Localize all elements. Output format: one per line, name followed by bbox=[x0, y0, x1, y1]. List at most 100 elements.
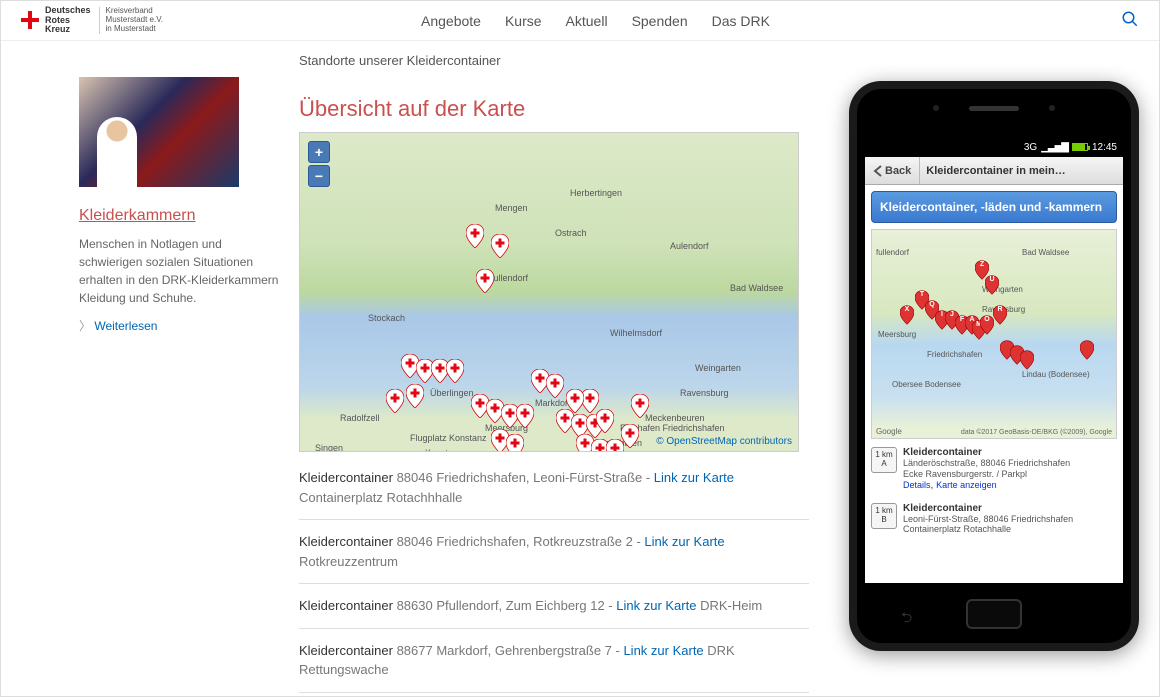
location-list: Kleidercontainer 88046 Friedrichshafen, … bbox=[299, 466, 809, 693]
item-address: 88677 Markdorf, Gehrenbergstraße 7 - bbox=[397, 643, 624, 658]
read-more-link[interactable]: Weiterlesen bbox=[79, 317, 157, 334]
mini-map-label: Friedrichshafen bbox=[927, 350, 982, 359]
result-badge: 1 kmA bbox=[871, 447, 897, 473]
map-city-label: Weingarten bbox=[695, 363, 741, 373]
item-desc: Containerplatz Rotachhhalle bbox=[299, 488, 809, 508]
mini-map-label: Meersburg bbox=[878, 330, 916, 339]
mini-map-marker[interactable] bbox=[1020, 350, 1034, 370]
item-desc: DRK-Heim bbox=[696, 598, 762, 613]
item-title: Kleidercontainer bbox=[299, 534, 397, 549]
zoom-out-button[interactable]: − bbox=[308, 165, 330, 187]
result-address2: Containerplatz Rotachhalle bbox=[903, 524, 1073, 535]
logo[interactable]: Deutsches Rotes Kreuz Kreisverband Muste… bbox=[21, 6, 301, 36]
map-marker[interactable] bbox=[386, 389, 404, 413]
main-content: Standorte unserer Kleidercontainer Übers… bbox=[299, 53, 809, 693]
item-address: 88630 Pfullendorf, Zum Eichberg 12 - bbox=[397, 598, 617, 613]
logo-text: Deutsches Rotes Kreuz bbox=[45, 6, 91, 36]
app-header: Back Kleidercontainer in mein… bbox=[865, 157, 1123, 185]
map-city-label: Bad Waldsee bbox=[730, 283, 783, 293]
item-title: Kleidercontainer bbox=[299, 643, 397, 658]
map-marker[interactable] bbox=[546, 374, 564, 398]
result-address: Leoni-Fürst-Straße, 88046 Friedrichshafe… bbox=[903, 514, 1073, 525]
list-item: Kleidercontainer 88630 Pfullendorf, Zum … bbox=[299, 584, 809, 629]
details-link[interactable]: Details bbox=[903, 480, 931, 490]
map-marker[interactable] bbox=[466, 224, 484, 248]
nav-kurse[interactable]: Kurse bbox=[505, 13, 542, 29]
map-city-label: Radolfzell bbox=[340, 413, 380, 423]
sidebar-title[interactable]: Kleiderkammern bbox=[79, 207, 279, 225]
map-city-label: Flugplatz Konstanz bbox=[410, 433, 487, 443]
map-marker[interactable] bbox=[491, 234, 509, 258]
phone-back-key[interactable]: ⮌ bbox=[901, 607, 915, 621]
map-link[interactable]: Link zur Karte bbox=[623, 643, 703, 658]
nav-angebote[interactable]: Angebote bbox=[421, 13, 481, 29]
mini-map[interactable]: fullendorfBad WaldseeWeingartenRavensbur… bbox=[871, 229, 1117, 439]
phone-time: 12:45 bbox=[1092, 142, 1117, 153]
mini-map-label: Obersee Bodensee bbox=[892, 380, 961, 389]
item-title: Kleidercontainer bbox=[299, 470, 397, 485]
map-marker[interactable] bbox=[566, 389, 584, 413]
map-marker[interactable] bbox=[621, 424, 639, 448]
back-button[interactable]: Back bbox=[865, 157, 920, 184]
map-city-label: Konstanz bbox=[425, 448, 463, 452]
phone-menu-key[interactable] bbox=[1089, 607, 1103, 621]
sidebar-text: Menschen in Notlagen und schwierigen soz… bbox=[79, 235, 279, 307]
phone-screen: 3G ▁▃▅▇ 12:45 Back Kleidercontainer in m… bbox=[865, 137, 1123, 583]
map-marker[interactable] bbox=[446, 359, 464, 383]
map-city-label: Aulendorf bbox=[670, 241, 709, 251]
item-address: 88046 Friedrichshafen, Leoni-Fürst-Straß… bbox=[397, 470, 654, 485]
phone-home-button[interactable] bbox=[966, 599, 1022, 629]
map-attribution[interactable]: © OpenStreetMap contributors bbox=[656, 436, 792, 447]
category-header: Kleidercontainer, -läden und -kammern bbox=[871, 191, 1117, 223]
network-icon: 3G bbox=[1024, 142, 1037, 153]
page-heading: Übersicht auf der Karte bbox=[299, 96, 809, 122]
map-link[interactable]: Link zur Karte bbox=[654, 470, 734, 485]
map-link[interactable]: Link zur Karte bbox=[616, 598, 696, 613]
search-icon bbox=[1121, 10, 1139, 28]
list-item: Kleidercontainer 88677 Markdorf, Gehrenb… bbox=[299, 629, 809, 693]
nav-das-drk[interactable]: Das DRK bbox=[712, 13, 770, 29]
result-title: Kleidercontainer bbox=[903, 447, 982, 458]
result-address2: Ecke Ravensburgerstr. / Parkpl bbox=[903, 469, 1070, 480]
nav-spenden[interactable]: Spenden bbox=[632, 13, 688, 29]
mini-map-marker[interactable]: U bbox=[985, 275, 999, 295]
nav-aktuell[interactable]: Aktuell bbox=[566, 13, 608, 29]
map-city-label: Singen bbox=[315, 443, 343, 452]
map-city-label: Wilhelmsdorf bbox=[610, 328, 662, 338]
mini-map-marker[interactable]: R bbox=[993, 305, 1007, 325]
google-logo: Google bbox=[876, 427, 902, 436]
battery-icon bbox=[1072, 143, 1088, 151]
mini-map-label: Lindau (Bodensee) bbox=[1022, 370, 1090, 379]
signal-icon: ▁▃▅▇ bbox=[1041, 142, 1068, 153]
phone-mockup: 3G ▁▃▅▇ 12:45 Back Kleidercontainer in m… bbox=[849, 81, 1139, 651]
main-nav: Angebote Kurse Aktuell Spenden Das DRK bbox=[421, 13, 770, 29]
result-item[interactable]: 1 kmA KleidercontainerLänderöschstraße, 8… bbox=[871, 443, 1117, 495]
result-item[interactable]: 1 kmBKleidercontainerLeoni-Fürst-Straße,… bbox=[871, 499, 1117, 540]
list-item: Kleidercontainer 88046 Friedrichshafen, … bbox=[299, 520, 809, 584]
map-marker[interactable] bbox=[406, 384, 424, 408]
mini-map-marker[interactable]: X bbox=[900, 305, 914, 325]
search-button[interactable] bbox=[1121, 10, 1139, 31]
item-title: Kleidercontainer bbox=[299, 598, 397, 613]
map-marker[interactable] bbox=[516, 404, 534, 428]
map-city-label: Überlingen bbox=[430, 388, 474, 398]
back-icon bbox=[873, 165, 883, 177]
result-badge: 1 kmB bbox=[871, 503, 897, 529]
result-address: Länderöschstraße, 88046 Friedrichshafen bbox=[903, 458, 1070, 469]
red-cross-icon bbox=[21, 11, 39, 29]
sidebar-image bbox=[79, 77, 239, 187]
item-desc: Rotkreuzzentrum bbox=[299, 552, 809, 572]
mini-map-marker[interactable] bbox=[1080, 340, 1094, 360]
map-marker[interactable] bbox=[631, 394, 649, 418]
map-city-label: Stockach bbox=[368, 313, 405, 323]
map-link[interactable]: Link zur Karte bbox=[644, 534, 724, 549]
zoom-in-button[interactable]: + bbox=[308, 141, 330, 163]
mini-map-marker[interactable]: O bbox=[980, 315, 994, 335]
phone-statusbar: 3G ▁▃▅▇ 12:45 bbox=[865, 137, 1123, 157]
map-marker[interactable] bbox=[506, 434, 524, 452]
map-city-label: Ravensburg bbox=[680, 388, 729, 398]
show-map-link[interactable]: Karte anzeigen bbox=[936, 480, 997, 490]
map[interactable]: + − StockachPfullendorfAulendorfBad Wald… bbox=[299, 132, 799, 452]
map-marker[interactable] bbox=[476, 269, 494, 293]
breadcrumb: Standorte unserer Kleidercontainer bbox=[299, 53, 809, 68]
